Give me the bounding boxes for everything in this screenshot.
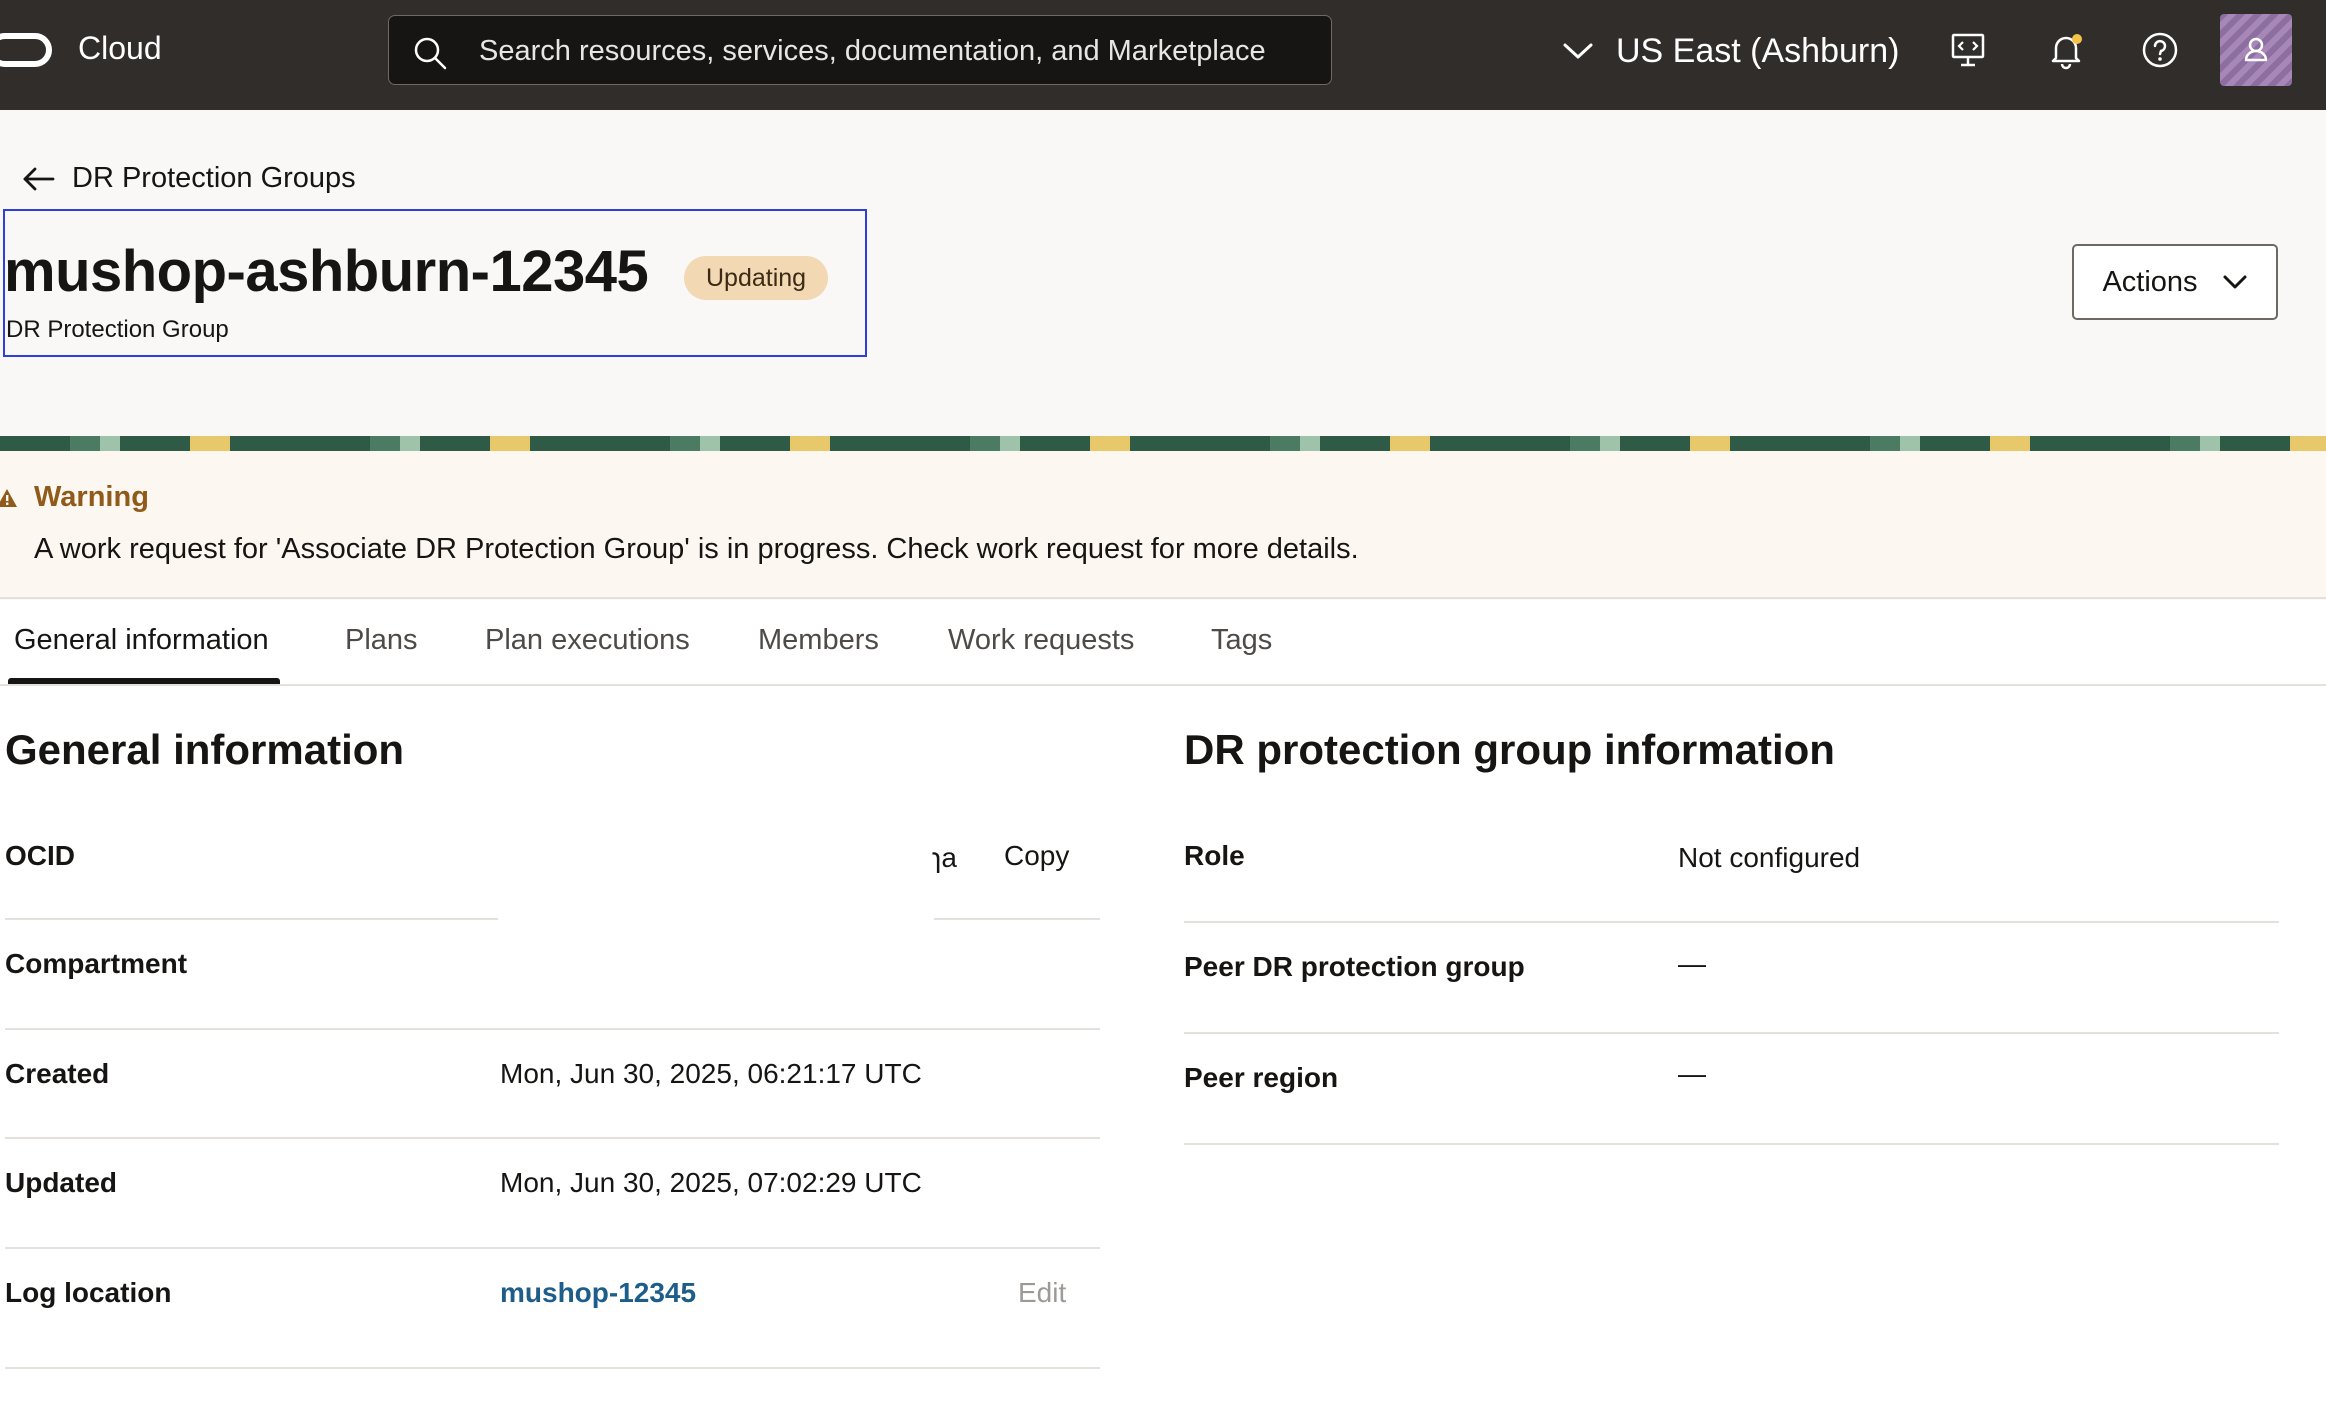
tab-bar: General information Plans Plan execution… <box>0 600 2326 686</box>
top-navigation-bar: Cloud US East (Ashburn) <box>0 0 2326 110</box>
oracle-logo-icon[interactable] <box>0 33 52 67</box>
region-label: US East (Ashburn) <box>1616 31 1900 70</box>
peer-dr-group-label: Peer DR protection group <box>1184 951 1525 982</box>
main-content: General information OCID ɿa Copy Compart… <box>0 686 2326 1404</box>
row-divider <box>934 918 1100 920</box>
role-value: Not configured <box>1678 842 1861 873</box>
search-input[interactable] <box>477 30 1301 72</box>
row-divider <box>1184 1032 2279 1034</box>
tab-members[interactable]: Members <box>758 624 879 657</box>
active-tab-indicator <box>8 678 280 684</box>
resource-type-label: DR Protection Group <box>6 316 229 343</box>
decorative-banner <box>0 436 2326 451</box>
row-divider <box>1184 1143 2279 1145</box>
user-icon <box>2244 37 2268 62</box>
tab-work-requests[interactable]: Work requests <box>948 624 1134 657</box>
peer-region-value: — <box>1678 1058 1706 1089</box>
row-divider <box>1184 921 2279 923</box>
general-information-heading: General information <box>5 726 405 773</box>
breadcrumb-back-link[interactable]: DR Protection Groups <box>22 162 356 195</box>
ocid-value: ɿa <box>932 842 957 873</box>
tab-tags[interactable]: Tags <box>1211 624 1272 657</box>
row-divider <box>5 918 498 920</box>
developer-tools-icon[interactable] <box>1948 30 1988 70</box>
help-icon[interactable] <box>2140 30 2180 70</box>
notifications-bell-icon[interactable] <box>2046 30 2086 70</box>
created-value: Mon, Jun 30, 2025, 06:21:17 UTC <box>500 1058 922 1089</box>
warning-title: Warning <box>34 481 149 513</box>
created-label: Created <box>5 1058 110 1089</box>
chevron-down-icon <box>2223 275 2247 289</box>
breadcrumb-label: DR Protection Groups <box>72 162 356 194</box>
updated-label: Updated <box>5 1167 117 1198</box>
log-location-link[interactable]: mushop-12345 <box>500 1277 696 1309</box>
warning-icon <box>0 489 17 507</box>
chevron-down-icon <box>1563 43 1593 59</box>
row-divider <box>5 1367 1100 1369</box>
search-icon <box>414 37 447 70</box>
actions-menu-button[interactable]: Actions <box>2072 244 2278 320</box>
updated-value: Mon, Jun 30, 2025, 07:02:29 UTC <box>500 1167 922 1198</box>
edit-log-location-button[interactable]: Edit <box>1018 1277 1066 1309</box>
row-divider <box>5 1247 1100 1249</box>
tab-plan-executions[interactable]: Plan executions <box>485 624 690 657</box>
status-badge: Updating <box>684 256 829 300</box>
arrow-left-icon <box>23 167 55 190</box>
warning-text: A work request for 'Associate DR Protect… <box>34 533 1359 565</box>
copy-ocid-button[interactable]: Copy <box>1004 840 1069 872</box>
peer-dr-group-value: — <box>1678 948 1706 979</box>
avatar[interactable] <box>2220 14 2292 86</box>
warning-message: Warning A work request for 'Associate DR… <box>0 451 2326 599</box>
row-divider <box>5 1137 1100 1139</box>
actions-label: Actions <box>2102 265 2198 298</box>
row-divider <box>5 1028 1100 1030</box>
dr-information-heading: DR protection group information <box>1184 726 1835 773</box>
peer-region-label: Peer region <box>1184 1062 1339 1093</box>
role-label: Role <box>1184 840 1245 871</box>
tab-plans[interactable]: Plans <box>345 624 418 657</box>
region-selector[interactable]: US East (Ashburn) <box>1562 26 1899 76</box>
log-location-label: Log location <box>5 1277 172 1308</box>
tab-general-information[interactable]: General information <box>14 624 269 657</box>
ocid-label: OCID <box>5 840 75 871</box>
page-title: mushop-ashburn-12345 <box>4 239 649 304</box>
search-box[interactable] <box>388 15 1332 85</box>
compartment-label: Compartment <box>5 948 188 979</box>
brand-label[interactable]: Cloud <box>78 30 162 67</box>
